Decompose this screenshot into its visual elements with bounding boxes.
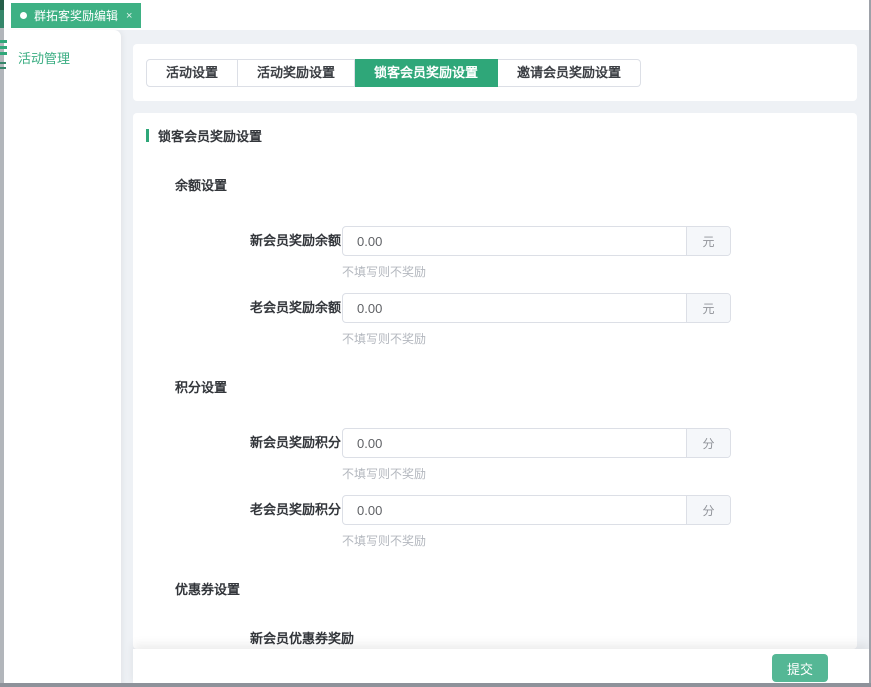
field-label: 老会员奖励余额 <box>250 293 342 347</box>
form-row-new-member-balance: 新会员奖励余额 元 不填写则不奖励 <box>250 226 857 280</box>
tab-locked-member-reward-settings[interactable]: 锁客会员奖励设置 <box>355 59 498 87</box>
sidebar-item-activity-management[interactable]: 活动管理 <box>4 48 121 67</box>
field-label: 新会员奖励余额 <box>250 226 342 280</box>
field-help-text: 不填写则不奖励 <box>342 532 731 549</box>
input-group: 分 <box>342 495 731 525</box>
field-help-text: 不填写则不奖励 <box>342 263 731 280</box>
form-row-old-member-points: 老会员奖励积分 分 不填写则不奖励 <box>250 495 857 549</box>
submit-button[interactable]: 提交 <box>772 654 828 682</box>
field-help-text: 不填写则不奖励 <box>342 465 731 482</box>
cropped-menu-icon <box>0 40 7 56</box>
group-title-coupon: 优惠券设置 <box>175 579 857 598</box>
coupon-reward-label: 新会员优惠券奖励 <box>250 628 857 647</box>
new-member-balance-input[interactable] <box>343 227 686 255</box>
old-member-points-input[interactable] <box>343 496 686 524</box>
settings-tab-group: 活动设置 活动奖励设置 锁客会员奖励设置 邀请会员奖励设置 <box>146 59 641 87</box>
section-accent-bar <box>146 129 149 142</box>
group-title-balance: 余额设置 <box>175 175 857 194</box>
form-card: 锁客会员奖励设置 余额设置 新会员奖励余额 元 不填写则不奖励 <box>133 113 857 649</box>
unit-addon-yuan: 元 <box>686 294 730 322</box>
main-area: 活动设置 活动奖励设置 锁客会员奖励设置 邀请会员奖励设置 锁客会员奖励设置 余… <box>121 30 869 687</box>
unit-addon-fen: 分 <box>686 496 730 524</box>
cropped-menu-fragment <box>0 10 4 28</box>
field-label: 老会员奖励积分 <box>250 495 342 549</box>
form-row-old-member-balance: 老会员奖励余额 元 不填写则不奖励 <box>250 293 857 347</box>
active-dot-icon <box>20 12 27 19</box>
cropped-menu-icon <box>0 62 6 72</box>
input-group: 分 <box>342 428 731 458</box>
unit-addon-fen: 分 <box>686 429 730 457</box>
footer-bar: 提交 <box>133 649 869 687</box>
tab-activity-reward-settings[interactable]: 活动奖励设置 <box>238 59 355 87</box>
open-page-tab-label: 群拓客奖励编辑 <box>34 7 118 24</box>
group-title-points: 积分设置 <box>175 377 857 396</box>
unit-addon-yuan: 元 <box>686 227 730 255</box>
open-page-tab[interactable]: 群拓客奖励编辑 × <box>11 3 141 28</box>
old-member-balance-input[interactable] <box>343 294 686 322</box>
field-help-text: 不填写则不奖励 <box>342 330 731 347</box>
page-tab-bar: 群拓客奖励编辑 × <box>4 0 869 30</box>
tab-activity-settings[interactable]: 活动设置 <box>146 59 238 87</box>
section-header: 锁客会员奖励设置 <box>146 126 857 145</box>
close-icon[interactable]: × <box>126 10 132 22</box>
input-group: 元 <box>342 293 731 323</box>
window-bottom-edge <box>0 683 871 687</box>
sidebar: 活动管理 <box>4 30 121 687</box>
input-group: 元 <box>342 226 731 256</box>
cropped-menu-fragment <box>0 0 4 10</box>
form-row-new-member-points: 新会员奖励积分 分 不填写则不奖励 <box>250 428 857 482</box>
tabs-card: 活动设置 活动奖励设置 锁客会员奖励设置 邀请会员奖励设置 <box>133 44 857 101</box>
tab-invite-member-reward-settings[interactable]: 邀请会员奖励设置 <box>498 59 641 87</box>
field-label: 新会员奖励积分 <box>250 428 342 482</box>
new-member-points-input[interactable] <box>343 429 686 457</box>
window-frame: 群拓客奖励编辑 × 活动管理 活动设置 活动奖励设置 锁客会员奖励设置 邀请会员… <box>0 0 871 687</box>
window-left-edge <box>0 0 4 687</box>
section-title: 锁客会员奖励设置 <box>158 126 262 145</box>
